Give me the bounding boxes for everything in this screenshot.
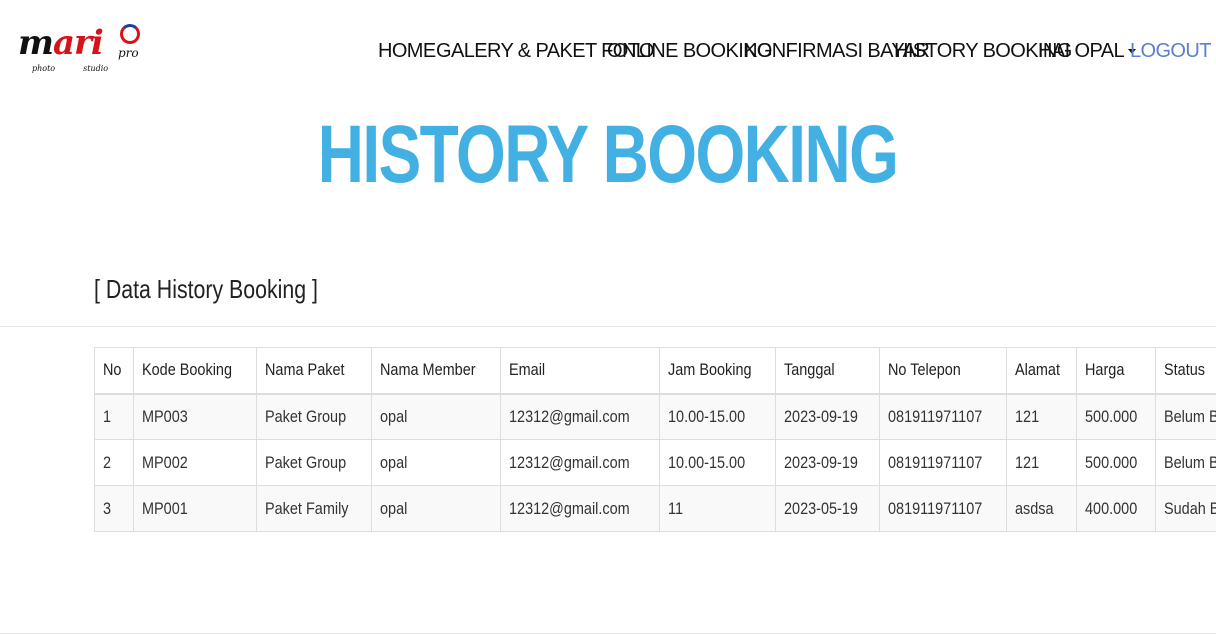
cell-nama-paket: Paket Group: [255, 439, 372, 486]
cell-alamat: 121: [1006, 439, 1078, 486]
logo-subtitle: photo studio: [32, 64, 109, 73]
cell-jam-booking: 10.00-15.00: [659, 393, 776, 440]
page-title: HISTORY BOOKING: [318, 109, 899, 200]
table-header-row: No Kode Booking Nama Paket Nama Member E…: [94, 347, 1216, 395]
divider: [0, 326, 1216, 327]
cell-alamat: asdsa: [1006, 485, 1078, 532]
cell-kode-booking: MP003: [132, 393, 257, 440]
cell-harga: 400.000: [1076, 485, 1156, 532]
column-header-status: Status: [1154, 347, 1216, 395]
section-title: [ Data History Booking ]: [94, 274, 318, 304]
cell-no-telepon: 081911971107: [878, 393, 1008, 440]
logo-pro-text: pro: [118, 46, 139, 60]
brand-logo[interactable]: mari pro photo studio: [18, 22, 144, 78]
table-row: 3 MP001 Paket Family opal 12312@gmail.co…: [94, 485, 1216, 532]
cell-harga: 500.000: [1076, 439, 1156, 486]
cell-nama-member: opal: [370, 439, 502, 486]
cell-harga: 500.000: [1076, 393, 1156, 440]
cell-kode-booking: MP001: [132, 485, 257, 532]
column-header-nama-paket: Nama Paket: [255, 347, 372, 395]
column-header-tanggal: Tanggal: [774, 347, 880, 395]
cell-nama-member: opal: [370, 393, 502, 440]
footer-divider: [0, 633, 1216, 634]
cell-tanggal: 2023-05-19: [774, 485, 880, 532]
logo-ring-icon: [120, 24, 140, 44]
main-menu: HOME GALERY & PAKET FOTO ONLINE BOOKING …: [378, 38, 1211, 64]
logout-link[interactable]: LOGOUT: [1130, 40, 1211, 62]
cell-nama-member: opal: [370, 485, 502, 532]
column-header-jam-booking: Jam Booking: [659, 347, 776, 395]
cell-nama-paket: Paket Group: [255, 393, 372, 440]
cell-no-telepon: 081911971107: [878, 439, 1008, 486]
cell-nama-paket: Paket Family: [255, 485, 372, 532]
cell-status: Belum Bayar: [1154, 439, 1216, 486]
column-header-alamat: Alamat: [1006, 347, 1078, 395]
cell-status: Sudah Bayar: [1154, 485, 1216, 532]
column-header-harga: Harga: [1076, 347, 1156, 395]
cell-no-telepon: 081911971107: [878, 485, 1008, 532]
cell-email: 12312@gmail.com: [500, 485, 661, 532]
cell-no: 2: [94, 439, 134, 486]
user-menu-dropdown[interactable]: HAI OPAL: [1038, 38, 1136, 64]
column-header-kode-booking: Kode Booking: [132, 347, 257, 395]
history-booking-table: No Kode Booking Nama Paket Nama Member E…: [94, 347, 1216, 532]
cell-kode-booking: MP002: [132, 439, 257, 486]
table-row: 2 MP002 Paket Group opal 12312@gmail.com…: [94, 439, 1216, 486]
cell-no: 1: [94, 393, 134, 440]
navbar: mari pro photo studio HOME GALERY & PAKET…: [0, 0, 1216, 100]
column-header-no-telepon: No Telepon: [878, 347, 1008, 395]
column-header-no: No: [94, 347, 134, 395]
user-menu-label[interactable]: HAI OPAL: [1038, 40, 1136, 62]
nav-home[interactable]: HOME: [378, 40, 436, 62]
cell-email: 12312@gmail.com: [500, 439, 661, 486]
cell-jam-booking: 10.00-15.00: [659, 439, 776, 486]
cell-jam-booking: 11: [659, 485, 776, 532]
logo-wordmark: mari: [18, 23, 104, 63]
column-header-email: Email: [500, 347, 661, 395]
cell-email: 12312@gmail.com: [500, 393, 661, 440]
cell-tanggal: 2023-09-19: [774, 439, 880, 486]
table-row: 1 MP003 Paket Group opal 12312@gmail.com…: [94, 393, 1216, 440]
column-header-nama-member: Nama Member: [370, 347, 502, 395]
cell-no: 3: [94, 485, 134, 532]
cell-status: Belum Bayar: [1154, 393, 1216, 440]
cell-tanggal: 2023-09-19: [774, 393, 880, 440]
cell-alamat: 121: [1006, 393, 1078, 440]
